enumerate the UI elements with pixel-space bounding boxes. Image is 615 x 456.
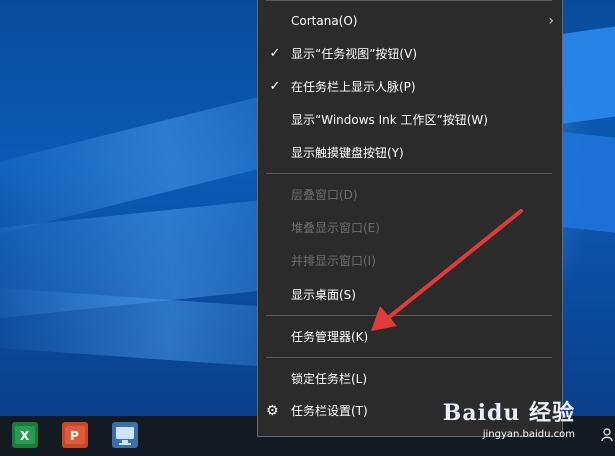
menu-item-label: 在任务栏上显示人脉(P) bbox=[291, 80, 416, 94]
menu-item-side-by-side-windows: 并排显示窗口(I) bbox=[258, 246, 562, 276]
menu-item-label: 层叠窗口(D) bbox=[291, 188, 358, 202]
svg-text:P: P bbox=[70, 429, 79, 443]
menu-item-lock-taskbar[interactable]: 锁定任务栏(L) bbox=[258, 364, 562, 394]
menu-item-show-people[interactable]: ✓ 在任务栏上显示人脉(P) bbox=[258, 72, 562, 102]
menu-item-label: 显示触摸键盘按钮(Y) bbox=[291, 146, 404, 160]
menu-item-label: 任务栏设置(T) bbox=[291, 404, 368, 418]
windows-logo-pane bbox=[560, 25, 615, 125]
baidu-jingyan-watermark: Baidu 经验 jingyan.baidu.com bbox=[443, 395, 575, 440]
menu-item-label: Cortana(O) bbox=[291, 14, 358, 28]
watermark-url: jingyan.baidu.com bbox=[482, 429, 575, 440]
menu-separator bbox=[266, 315, 552, 316]
taskbar-context-menu: Cortana(O) › ✓ 显示“任务视图”按钮(V) ✓ 在任务栏上显示人脉… bbox=[257, 0, 563, 437]
menu-item-label: 显示“任务视图”按钮(V) bbox=[291, 47, 418, 61]
menu-item-task-manager[interactable]: 任务管理器(K) bbox=[258, 322, 562, 352]
menu-item-label: 显示桌面(S) bbox=[291, 288, 356, 302]
menu-separator bbox=[266, 0, 552, 1]
gear-icon: ⚙ bbox=[266, 403, 279, 419]
menu-item-stacked-windows: 堆叠显示窗口(E) bbox=[258, 213, 562, 243]
remote-desktop-icon[interactable] bbox=[112, 422, 138, 448]
menu-item-cascade-windows: 层叠窗口(D) bbox=[258, 180, 562, 210]
svg-text:X: X bbox=[20, 429, 30, 443]
menu-item-label: 任务管理器(K) bbox=[291, 330, 369, 344]
people-icon[interactable] bbox=[601, 428, 613, 446]
menu-separator bbox=[266, 173, 552, 174]
menu-item-show-touch-keyboard-button[interactable]: 显示触摸键盘按钮(Y) bbox=[258, 138, 562, 168]
check-icon: ✓ bbox=[269, 79, 281, 94]
menu-item-label: 并排显示窗口(I) bbox=[291, 254, 376, 268]
windows-logo-pane bbox=[560, 131, 615, 234]
excel-icon[interactable]: X bbox=[12, 422, 38, 448]
menu-item-label: 显示“Windows Ink 工作区”按钮(W) bbox=[291, 113, 488, 127]
check-icon: ✓ bbox=[269, 46, 281, 61]
menu-item-show-desktop[interactable]: 显示桌面(S) bbox=[258, 280, 562, 310]
menu-item-show-task-view-button[interactable]: ✓ 显示“任务视图”按钮(V) bbox=[258, 39, 562, 69]
menu-item-cortana[interactable]: Cortana(O) › bbox=[258, 6, 562, 36]
powerpoint-icon[interactable]: P bbox=[62, 422, 88, 448]
menu-item-show-windows-ink-button[interactable]: 显示“Windows Ink 工作区”按钮(W) bbox=[258, 105, 562, 135]
chevron-right-icon: › bbox=[548, 13, 554, 29]
menu-item-label: 堆叠显示窗口(E) bbox=[291, 221, 380, 235]
menu-separator bbox=[266, 357, 552, 358]
menu-item-label: 锁定任务栏(L) bbox=[291, 372, 368, 386]
watermark-logo: Baidu 经验 bbox=[442, 400, 575, 426]
